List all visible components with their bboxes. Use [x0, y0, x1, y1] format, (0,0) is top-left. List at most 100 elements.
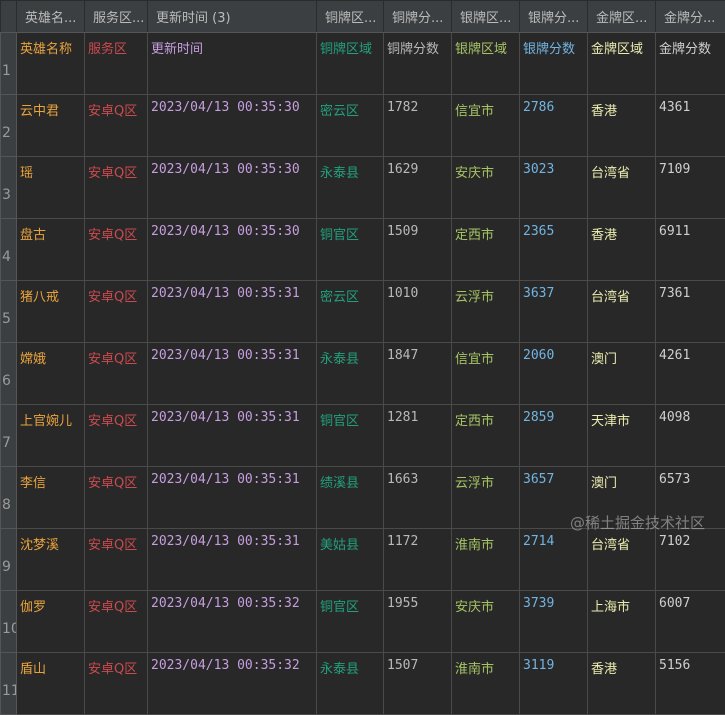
- column-header-silver-region[interactable]: 银牌区...: [452, 1, 520, 33]
- row-number[interactable]: 10: [1, 591, 17, 653]
- gold-score-cell[interactable]: 6911: [656, 219, 725, 281]
- bronze-score-cell[interactable]: 1847: [384, 343, 452, 405]
- gold-region-cell[interactable]: 上海市: [588, 591, 656, 653]
- gold-score-cell[interactable]: 5156: [656, 653, 725, 715]
- bronze-region-cell[interactable]: 铜官区: [317, 405, 384, 467]
- gold-score-cell[interactable]: 4361: [656, 95, 725, 157]
- column-header-bronze-region[interactable]: 铜牌区...: [317, 1, 384, 33]
- update-time-cell[interactable]: 2023/04/13 00:35:30: [148, 157, 317, 219]
- silver-score-cell[interactable]: 2060: [520, 343, 588, 405]
- update-time-cell[interactable]: 2023/04/13 00:35:32: [148, 653, 317, 715]
- silver-region-cell[interactable]: 云浮市: [452, 467, 520, 529]
- gold-score-cell[interactable]: 6573: [656, 467, 725, 529]
- silver-region-cell[interactable]: 安庆市: [452, 591, 520, 653]
- hero-name-cell[interactable]: 伽罗: [17, 591, 85, 653]
- hero-name-cell[interactable]: 英雄名称: [17, 33, 85, 95]
- server-cell[interactable]: 安卓Q区: [85, 157, 148, 219]
- bronze-score-cell[interactable]: 1281: [384, 405, 452, 467]
- gold-score-cell[interactable]: 4261: [656, 343, 725, 405]
- gold-region-cell[interactable]: 香港: [588, 653, 656, 715]
- gold-region-cell[interactable]: 澳门: [588, 343, 656, 405]
- row-number[interactable]: 5: [1, 281, 17, 343]
- gold-score-cell[interactable]: 7109: [656, 157, 725, 219]
- bronze-region-cell[interactable]: 密云区: [317, 281, 384, 343]
- update-time-cell[interactable]: 2023/04/13 00:35:32: [148, 591, 317, 653]
- gold-region-cell[interactable]: 金牌区域: [588, 33, 656, 95]
- hero-name-cell[interactable]: 盘古: [17, 219, 85, 281]
- column-header-silver-score[interactable]: 银牌分...: [520, 1, 588, 33]
- gold-score-cell[interactable]: 7102: [656, 529, 725, 591]
- server-cell[interactable]: 安卓Q区: [85, 95, 148, 157]
- silver-region-cell[interactable]: 定西市: [452, 405, 520, 467]
- corner-cell[interactable]: [1, 1, 17, 33]
- gold-region-cell[interactable]: 天津市: [588, 405, 656, 467]
- silver-region-cell[interactable]: 淮南市: [452, 653, 520, 715]
- update-time-cell[interactable]: 2023/04/13 00:35:31: [148, 467, 317, 529]
- gold-region-cell[interactable]: 台湾省: [588, 529, 656, 591]
- hero-name-cell[interactable]: 上官婉儿: [17, 405, 85, 467]
- server-cell[interactable]: 服务区: [85, 33, 148, 95]
- silver-region-cell[interactable]: 云浮市: [452, 281, 520, 343]
- column-header-update-time[interactable]: 更新时间 (3): [148, 1, 317, 33]
- hero-name-cell[interactable]: 瑶: [17, 157, 85, 219]
- hero-name-cell[interactable]: 盾山: [17, 653, 85, 715]
- bronze-region-cell[interactable]: 永泰县: [317, 343, 384, 405]
- silver-region-cell[interactable]: 安庆市: [452, 157, 520, 219]
- bronze-score-cell[interactable]: 1955: [384, 591, 452, 653]
- table-row[interactable]: 5猪八戒安卓Q区2023/04/13 00:35:31密云区1010云浮市363…: [1, 281, 725, 343]
- bronze-region-cell[interactable]: 绩溪县: [317, 467, 384, 529]
- row-number[interactable]: 3: [1, 157, 17, 219]
- silver-score-cell[interactable]: 2714: [520, 529, 588, 591]
- row-number[interactable]: 1: [1, 33, 17, 95]
- hero-name-cell[interactable]: 猪八戒: [17, 281, 85, 343]
- silver-score-cell[interactable]: 3657: [520, 467, 588, 529]
- server-cell[interactable]: 安卓Q区: [85, 343, 148, 405]
- update-time-cell[interactable]: 2023/04/13 00:35:31: [148, 405, 317, 467]
- bronze-score-cell[interactable]: 1782: [384, 95, 452, 157]
- bronze-score-cell[interactable]: 铜牌分数: [384, 33, 452, 95]
- column-header-server[interactable]: 服务区...: [85, 1, 148, 33]
- bronze-region-cell[interactable]: 永泰县: [317, 653, 384, 715]
- silver-region-cell[interactable]: 信宜市: [452, 95, 520, 157]
- update-time-cell[interactable]: 更新时间: [148, 33, 317, 95]
- table-row[interactable]: 7上官婉儿安卓Q区2023/04/13 00:35:31铜官区1281定西市28…: [1, 405, 725, 467]
- table-row[interactable]: 10伽罗安卓Q区2023/04/13 00:35:32铜官区1955安庆市373…: [1, 591, 725, 653]
- table-row[interactable]: 1英雄名称服务区更新时间铜牌区域铜牌分数银牌区域银牌分数金牌区域金牌分数: [1, 33, 725, 95]
- silver-score-cell[interactable]: 3119: [520, 653, 588, 715]
- update-time-cell[interactable]: 2023/04/13 00:35:30: [148, 219, 317, 281]
- bronze-region-cell[interactable]: 铜官区: [317, 219, 384, 281]
- silver-region-cell[interactable]: 银牌区域: [452, 33, 520, 95]
- server-cell[interactable]: 安卓Q区: [85, 591, 148, 653]
- gold-region-cell[interactable]: 香港: [588, 219, 656, 281]
- server-cell[interactable]: 安卓Q区: [85, 653, 148, 715]
- silver-region-cell[interactable]: 定西市: [452, 219, 520, 281]
- table-row[interactable]: 3瑶安卓Q区2023/04/13 00:35:30永泰县1629安庆市3023台…: [1, 157, 725, 219]
- server-cell[interactable]: 安卓Q区: [85, 281, 148, 343]
- update-time-cell[interactable]: 2023/04/13 00:35:31: [148, 343, 317, 405]
- column-header-hero-name[interactable]: 英雄名...: [17, 1, 85, 33]
- silver-region-cell[interactable]: 信宜市: [452, 343, 520, 405]
- gold-region-cell[interactable]: 台湾省: [588, 157, 656, 219]
- row-number[interactable]: 6: [1, 343, 17, 405]
- silver-score-cell[interactable]: 2786: [520, 95, 588, 157]
- row-number[interactable]: 8: [1, 467, 17, 529]
- row-number[interactable]: 11: [1, 653, 17, 715]
- silver-score-cell[interactable]: 3023: [520, 157, 588, 219]
- silver-score-cell[interactable]: 3739: [520, 591, 588, 653]
- update-time-cell[interactable]: 2023/04/13 00:35:31: [148, 281, 317, 343]
- bronze-region-cell[interactable]: 铜牌区域: [317, 33, 384, 95]
- row-number[interactable]: 4: [1, 219, 17, 281]
- table-row[interactable]: 4盘古安卓Q区2023/04/13 00:35:30铜官区1509定西市2365…: [1, 219, 725, 281]
- bronze-score-cell[interactable]: 1509: [384, 219, 452, 281]
- server-cell[interactable]: 安卓Q区: [85, 405, 148, 467]
- bronze-region-cell[interactable]: 铜官区: [317, 591, 384, 653]
- table-row[interactable]: 9沈梦溪安卓Q区2023/04/13 00:35:31美姑县1172淮南市271…: [1, 529, 725, 591]
- silver-score-cell[interactable]: 2859: [520, 405, 588, 467]
- table-row[interactable]: 11盾山安卓Q区2023/04/13 00:35:32永泰县1507淮南市311…: [1, 653, 725, 715]
- bronze-score-cell[interactable]: 1629: [384, 157, 452, 219]
- server-cell[interactable]: 安卓Q区: [85, 529, 148, 591]
- row-number[interactable]: 2: [1, 95, 17, 157]
- silver-score-cell[interactable]: 3637: [520, 281, 588, 343]
- row-number[interactable]: 9: [1, 529, 17, 591]
- bronze-score-cell[interactable]: 1172: [384, 529, 452, 591]
